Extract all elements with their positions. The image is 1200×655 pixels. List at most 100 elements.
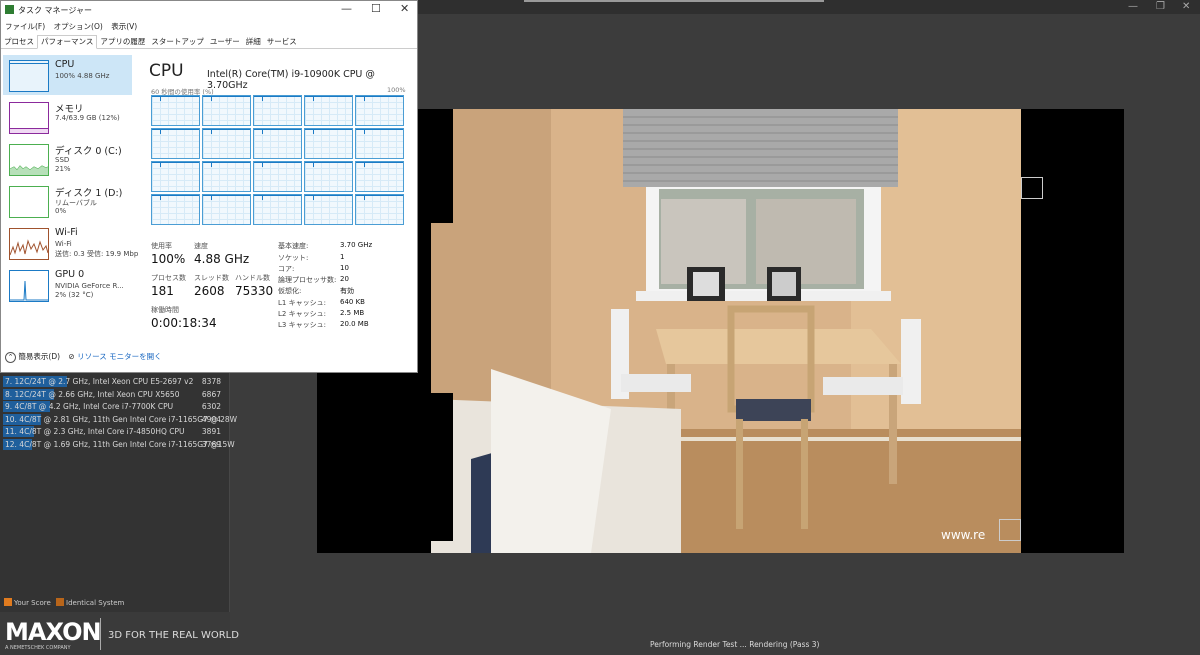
ranking-score: 3769 (201, 439, 221, 449)
menu-bar: ファイル(F) オプション(O) 表示(V) (5, 21, 143, 32)
resource-gpu0[interactable]: GPU 0 NVIDIA GeForce R... 2% (32 °C) (3, 265, 132, 305)
ranking-label: 9. 4C/8T @ 4.2 GHz, Intel Core i7-7700K … (5, 402, 174, 411)
memory-sparkline (9, 102, 49, 134)
logical-processor-graph (202, 161, 251, 192)
cinebench-progress-strip (524, 0, 824, 2)
speed-value: 4.88 GHz (194, 252, 250, 266)
resource-detail: 100% 4.88 GHz (55, 72, 110, 80)
logical-processor-graph (202, 194, 251, 225)
utilization-dip (211, 96, 212, 101)
utilization-dip (313, 129, 314, 134)
resource-detail-2: 送信: 0.3 受信: 19.9 Mbp (55, 250, 139, 258)
spec-value: 20.0 MB (340, 320, 369, 328)
utilization-dip (160, 195, 161, 200)
handles-value: 75330 (235, 284, 274, 298)
ranking-row: 8. 12C/24T @ 2.66 GHz, Intel Xeon CPU X5… (3, 388, 225, 400)
logical-processor-graph (151, 161, 200, 192)
legend-your-score: Your Score (14, 599, 51, 607)
resource-monitor-link[interactable]: リソース モニターを開く (77, 352, 162, 361)
resource-name: GPU 0 (55, 269, 85, 280)
ranking-score: 3891 (201, 427, 221, 436)
menu-options[interactable]: オプション(O) (54, 22, 103, 31)
utilization-dip (364, 195, 365, 200)
resource-detail: 7.4/63.9 GB (12%) (55, 114, 120, 122)
resource-detail: SSD (55, 156, 70, 164)
tab-services[interactable]: サービス (264, 36, 300, 48)
resource-monitor-icon: ⊘ (68, 352, 75, 361)
resource-memory[interactable]: メモリ 7.4/63.9 GB (12%) (3, 97, 132, 137)
logical-processor-graph (304, 128, 353, 159)
spec-key: L3 キャッシュ: (278, 321, 326, 329)
ranking-label: 7. 12C/24T @ 2.7 GHz, Intel Xeon CPU E5-… (5, 377, 194, 386)
logical-processor-graph (355, 95, 404, 126)
resource-detail-2: 2% (32 °C) (55, 291, 94, 299)
resource-detail: NVIDIA GeForce R... (55, 282, 124, 290)
resource-disk1[interactable]: ディスク 1 (D:) リムーバブル 0% (3, 181, 132, 221)
utilization-value: 100% (151, 252, 186, 266)
fewer-details-link[interactable]: 簡易表示(D) (18, 352, 60, 361)
task-manager-titlebar: タスク マネージャー — ☐ ✕ (1, 1, 417, 19)
spec-value: 3.70 GHz (340, 241, 373, 249)
logical-processor-graph (304, 161, 353, 192)
svg-text:A NEMETSCHEK COMPANY: A NEMETSCHEK COMPANY (5, 645, 71, 651)
logical-processor-graph (202, 95, 251, 126)
utilization-dip (364, 129, 365, 134)
resource-cpu[interactable]: CPU 100% 4.88 GHz (3, 55, 132, 95)
identical-system-swatch (56, 598, 65, 606)
resource-name: Wi-Fi (55, 227, 78, 238)
task-manager-footer: ⌃ 簡易表示(D) ⊘ リソース モニターを開く (5, 351, 162, 363)
tab-processes[interactable]: プロセス (1, 36, 37, 48)
threads-value: 2608 (194, 284, 225, 298)
resource-disk0[interactable]: ディスク 0 (C:) SSD 21% (3, 139, 132, 179)
processes-value: 181 (151, 284, 174, 298)
uptime-value: 0:00:18:34 (151, 316, 217, 330)
ranking-score: 6867 (201, 389, 221, 399)
ranking-row: 10. 4C/8T @ 2.81 GHz, 11th Gen Intel Cor… (3, 413, 237, 425)
logical-processor-graph (355, 194, 404, 225)
tab-details[interactable]: 詳細 (243, 36, 264, 48)
menu-file[interactable]: ファイル(F) (5, 22, 45, 31)
ranking-row: 9. 4C/8T @ 4.2 GHz, Intel Core i7-7700K … (3, 401, 225, 412)
resource-list: CPU 100% 4.88 GHz メモリ 7.4/63.9 GB (12%) … (1, 53, 138, 343)
menu-view[interactable]: 表示(V) (111, 22, 137, 31)
logical-processor-graph (304, 95, 353, 126)
cinebench-close-icon[interactable]: ✕ (1182, 1, 1190, 13)
utilization-dip (160, 129, 161, 134)
tab-startup[interactable]: スタートアップ (148, 36, 207, 48)
tab-app-history[interactable]: アプリの履歴 (97, 36, 148, 48)
cinebench-minimize-icon[interactable]: — (1128, 1, 1138, 13)
cpu-sparkline (9, 60, 49, 92)
close-icon[interactable]: ✕ (400, 2, 409, 15)
collapse-icon[interactable]: ⌃ (5, 352, 16, 363)
logical-processor-graph (253, 128, 302, 159)
ranking-label: 8. 12C/24T @ 2.66 GHz, Intel Xeon CPU X5… (5, 389, 180, 399)
utilization-label: 使用率 (151, 242, 172, 250)
resource-name: CPU (55, 59, 75, 70)
wifi-sparkline (9, 228, 49, 260)
utilization-dip (313, 195, 314, 200)
minimize-icon[interactable]: — (341, 2, 352, 15)
utilization-dip (262, 96, 263, 101)
task-manager-title: タスク マネージャー (18, 6, 92, 15)
resource-detail-2: 0% (55, 207, 67, 215)
render-bucket-outline (1021, 177, 1043, 199)
ranking-row: 7. 12C/24T @ 2.7 GHz, Intel Xeon CPU E5-… (3, 376, 225, 387)
utilization-dip (364, 96, 365, 101)
logical-processor-graph (151, 95, 200, 126)
processes-label: プロセス数 (151, 274, 186, 282)
resource-name: メモリ (55, 104, 84, 115)
ranking-label: 12. 4C/8T @ 1.69 GHz, 11th Gen Intel Cor… (5, 439, 235, 449)
cinebench-restore-icon[interactable]: ❐ (1156, 1, 1165, 13)
tab-performance[interactable]: パフォーマンス (37, 35, 98, 49)
ranking-score: 8378 (201, 377, 221, 386)
tab-users[interactable]: ユーザー (207, 36, 243, 48)
task-manager-app-icon (5, 5, 14, 14)
spec-key: 基本速度: (278, 242, 309, 250)
logical-processor-graph (202, 128, 251, 159)
ranking-label: 11. 4C/8T @ 2.3 GHz, Intel Core i7-4850H… (5, 427, 185, 436)
spec-key: L1 キャッシュ: (278, 299, 326, 307)
uptime-label: 稼働時間 (151, 306, 179, 314)
spec-value: 640 KB (340, 298, 365, 306)
resource-wifi[interactable]: Wi-Fi Wi-Fi 送信: 0.3 受信: 19.9 Mbp (3, 223, 138, 263)
maximize-icon[interactable]: ☐ (371, 2, 381, 15)
